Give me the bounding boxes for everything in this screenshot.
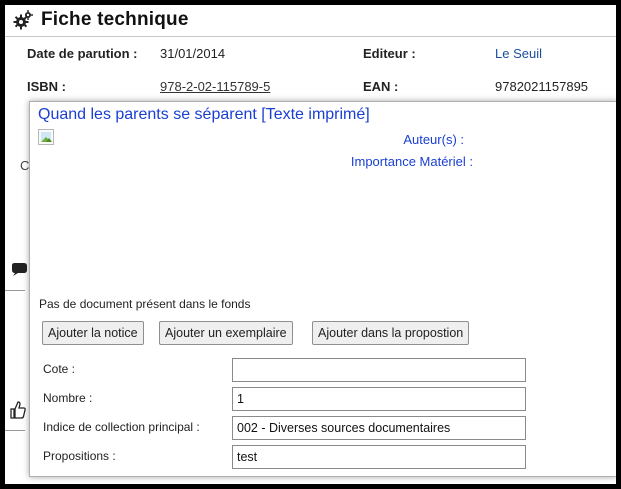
background-text-fragment: C <box>20 158 30 173</box>
cote-input[interactable] <box>232 358 526 382</box>
no-document-message: Pas de document présent dans le fonds <box>39 297 251 311</box>
propositions-label: Propositions : <box>43 449 116 463</box>
section-header: Fiche technique <box>13 7 189 33</box>
isbn-label: ISBN : <box>27 79 66 94</box>
ean-label: EAN : <box>363 79 399 94</box>
add-notice-button[interactable]: Ajouter la notice <box>42 321 144 345</box>
cote-label: Cote : <box>43 362 76 376</box>
auteurs-label: Auteur(s) : <box>403 132 464 147</box>
date-value: 31/01/2014 <box>160 46 226 61</box>
notice-popup: Quand les parents se séparent [Texte imp… <box>29 101 616 477</box>
editeur-label: Editeur : <box>363 46 416 61</box>
gears-icon <box>13 10 33 30</box>
cover-image-placeholder <box>38 129 54 145</box>
indice-label: Indice de collection principal : <box>43 420 200 434</box>
date-label: Date de parution : <box>27 46 138 61</box>
importance-label: Importance Matériel : <box>350 154 473 169</box>
isbn-link[interactable]: 978-2-02-115789-5 <box>160 79 270 94</box>
page-frame: Fiche technique Date de parution : 31/01… <box>5 5 616 484</box>
add-copy-button[interactable]: Ajouter un exemplaire <box>159 321 293 345</box>
header-divider <box>5 36 616 37</box>
nombre-label: Nombre : <box>43 391 93 405</box>
propositions-input[interactable] <box>232 445 526 469</box>
ean-value: 9782021157895 <box>495 79 589 94</box>
background-divider <box>5 430 25 431</box>
section-title: Fiche technique <box>41 9 189 30</box>
add-proposal-button[interactable]: Ajouter dans la propostion <box>312 321 470 345</box>
notice-title: Quand les parents se séparent [Texte imp… <box>38 106 370 123</box>
background-divider <box>5 290 25 291</box>
thumbs-up-icon <box>10 401 26 419</box>
nombre-input[interactable] <box>232 387 526 411</box>
editeur-link[interactable]: Le Seuil <box>495 46 542 61</box>
comment-icon <box>12 263 27 276</box>
indice-input[interactable] <box>232 416 526 440</box>
